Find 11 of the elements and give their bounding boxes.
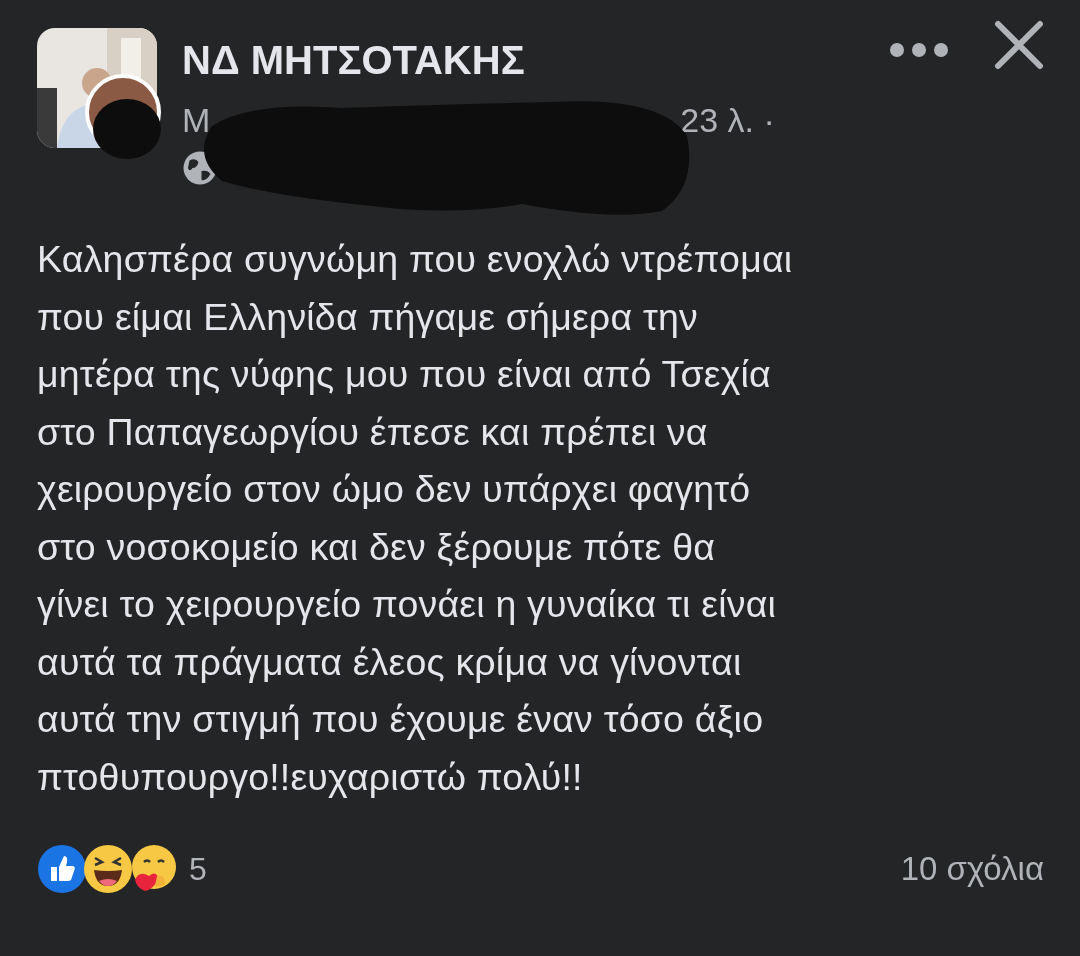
reaction-count[interactable]: 5 <box>189 850 207 888</box>
hug-emoji-icon <box>129 844 179 894</box>
laughing-emoji-icon <box>83 844 133 894</box>
like-icon <box>37 844 87 894</box>
group-name[interactable]: ΝΔ ΜΗΤΣΟΤΑΚΗΣ <box>182 38 864 83</box>
comments-count[interactable]: 10 σχόλια <box>900 850 1044 888</box>
author-name[interactable]: Μ <box>182 101 211 140</box>
more-options-icon[interactable] <box>889 42 949 58</box>
post-time: 23 λ. · <box>680 101 775 140</box>
close-icon[interactable] <box>994 20 1044 70</box>
post-text: Καλησπέρα συγνώμη που ενοχλώ ντρέπομαι που είμαι Ελληνίδα πήγαμε σήμερα την μητέρα της νύφης μου που είναι από Τσεχία στο Παπαγεωργίου έπεσε και πρέπει να χειρουργείο στον ώμο δεν υπάρχει φαγητό στο νοσοκομείο και δεν ξέρουμε πότε θα γίνει το χειρουργείο πονάει η γυναίκα τι είναι αυτά τα πράγματα έλεος κρίμα να γίνονται αυτά την στιγμή που έχουμε έναν τόσο άξιο πτοθυπουργο!!ευχαριστώ πολύ!! <box>37 237 794 800</box>
